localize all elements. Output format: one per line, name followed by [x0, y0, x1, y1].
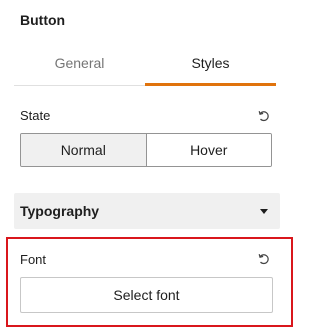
typography-title: Typography	[20, 203, 100, 219]
tab-styles[interactable]: Styles	[145, 40, 276, 86]
tab-general[interactable]: General	[14, 40, 145, 85]
reset-icon[interactable]	[257, 109, 271, 123]
state-option-normal[interactable]: Normal	[21, 134, 146, 166]
state-label: State	[20, 108, 51, 123]
tab-bar: General Styles	[14, 40, 276, 86]
select-font-button[interactable]: Select font	[20, 277, 273, 313]
typography-panel-toggle[interactable]: Typography	[14, 193, 280, 229]
panel-title: Button	[20, 12, 66, 28]
state-option-hover[interactable]: Hover	[145, 134, 271, 166]
caret-down-icon	[260, 208, 268, 214]
font-label: Font	[20, 252, 47, 267]
state-toggle-group: Normal Hover	[20, 133, 272, 167]
font-reset-icon[interactable]	[257, 252, 271, 266]
